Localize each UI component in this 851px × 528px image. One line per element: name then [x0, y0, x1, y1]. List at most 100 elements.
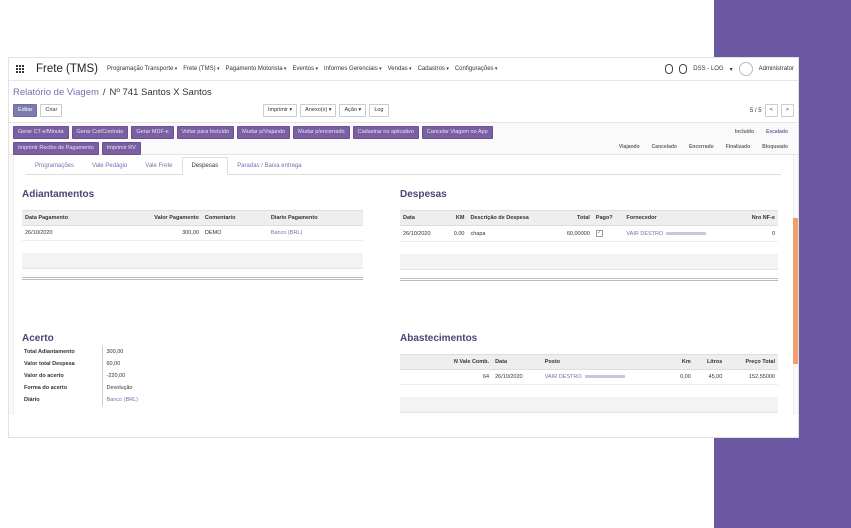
sidebar-actions: Imprimir ▾ Anexo(s) ▾ Ação ▾ Log [263, 104, 389, 117]
print-rv-button[interactable]: Imprimir RV [101, 142, 141, 155]
menu-item[interactable]: Vendas [388, 66, 412, 72]
breadcrumb-parent[interactable]: Relatório de Viagem [13, 87, 99, 98]
attach-label: Anexo(s) [305, 107, 328, 113]
column-header[interactable]: Km [669, 354, 694, 370]
action-dropdown[interactable]: Ação ▾ [339, 104, 367, 117]
field-value: 300,00 [101, 346, 140, 358]
breadcrumb: Relatório de Viagem / Nº 741 Santos X Sa… [13, 87, 794, 98]
menu-item[interactable]: Configurações [455, 66, 498, 72]
column-header[interactable]: Data [400, 210, 446, 226]
paid-checkbox-cell: ✓ [592, 225, 624, 242]
statusbar-row-2: Viajando Cancelado Encerrado Finalizado … [613, 141, 794, 153]
column-header[interactable]: Comentario [201, 210, 268, 226]
column-header[interactable]: Diario Pagamento [267, 210, 363, 226]
table-cell: 26/10/2020 [492, 369, 542, 385]
set-closed-button[interactable]: Mudar p/encerrado [293, 126, 350, 139]
company-chevron-icon: ▾ [729, 66, 733, 73]
empty-row [400, 397, 778, 413]
column-header[interactable]: Data Pagamento [22, 210, 111, 226]
menu-item[interactable]: Pagamento Motorista [226, 66, 287, 72]
table-cell: VAIR DESTRO [541, 369, 669, 385]
despesas-title: Despesas [400, 189, 447, 200]
pager-value[interactable]: 5 / 5 [750, 108, 762, 114]
tab-programacoes[interactable]: Programações [26, 158, 83, 174]
table-row[interactable]: 64 26/10/2020 VAIR DESTRO 0,00 45,00 152… [400, 369, 778, 385]
status-finished[interactable]: Finalizado [720, 141, 756, 153]
column-header[interactable]: Descrição de Despesa [467, 210, 554, 226]
debug-assets-icon[interactable] [679, 64, 688, 74]
table-row[interactable]: 26/10/2020 300,00 DEMO Banco (BRL) [22, 225, 363, 241]
status-closed[interactable]: Encerrado [683, 141, 720, 153]
generate-cte-button[interactable]: Gerar CT-e/Minuta [13, 126, 69, 139]
table-footer [400, 278, 778, 281]
table-cell: 300,00 [110, 225, 202, 241]
status-cancelled[interactable]: Cancelado [646, 141, 683, 153]
column-header[interactable]: Total [553, 210, 593, 226]
empty-row [22, 253, 363, 269]
field-label: Total Adiantamento [24, 349, 75, 355]
user-name[interactable]: Administrator [759, 66, 794, 72]
table-cell: 64 [400, 369, 493, 385]
app-brand[interactable]: Frete (TMS) [36, 63, 98, 75]
status-scheduled[interactable]: Escalado [760, 126, 794, 138]
tab-paradas[interactable]: Paradas / Baixa entrega [228, 158, 310, 174]
field-value-link[interactable]: Banco (BRL) [101, 394, 140, 406]
register-app-button[interactable]: Cadastrar no aplicativo [352, 126, 419, 139]
tab-vale-pedagio[interactable]: Vale Pedágio [83, 158, 136, 174]
acerto-title: Acerto [22, 333, 54, 344]
pager-previous-button[interactable]: < [764, 104, 778, 117]
column-header[interactable]: Pago? [592, 210, 624, 226]
print-payment-receipt-button[interactable]: Imprimir Recibo de Pagamento [13, 142, 99, 155]
column-header[interactable]: Litros [693, 354, 726, 370]
back-to-included-button[interactable]: Voltar para Incluído [176, 126, 235, 139]
column-header[interactable]: Nro NF-e [738, 210, 778, 226]
company-switcher[interactable]: DSS - LOG [693, 66, 723, 72]
log-button[interactable]: Log [369, 104, 389, 117]
menu-item[interactable]: Informes Gerenciais [324, 66, 382, 72]
navbar-right: DSS - LOG ▾ Administrator [665, 62, 798, 76]
print-dropdown[interactable]: Imprimir ▾ [263, 104, 298, 117]
pager: 5 / 5 < > [750, 104, 794, 117]
column-header[interactable]: Preço Total [725, 354, 778, 370]
menu-item[interactable]: Programação Transporte [107, 66, 177, 72]
cancel-trip-app-button[interactable]: Cancelar Viagem no App [421, 126, 493, 139]
status-included[interactable]: Incluído [729, 126, 760, 138]
attachments-dropdown[interactable]: Anexo(s) ▾ [300, 104, 337, 117]
column-header[interactable]: Valor Pagamento [110, 210, 202, 226]
generate-mdfe-button[interactable]: Gerar MDF-e [131, 126, 174, 139]
column-header[interactable]: Posto [541, 354, 669, 370]
field-label: Diário [24, 397, 40, 403]
checkbox-checked-icon[interactable]: ✓ [595, 230, 603, 237]
menu-item[interactable]: Frete (TMS) [183, 66, 219, 72]
generate-contract-button[interactable]: Gerar Cot/Contrato [71, 126, 129, 139]
table-row[interactable]: 26/10/2020 0,00 chapa 60,00000 ✓ VAIR DE… [400, 225, 778, 242]
status-traveling[interactable]: Viajando [613, 141, 646, 153]
tab-despesas[interactable]: Despesas [181, 157, 229, 175]
table-cell: 45,00 [693, 369, 726, 385]
tab-vale-frete[interactable]: Vale Frete [136, 158, 181, 174]
status-blocked[interactable]: Bloqueado [756, 141, 794, 153]
control-buttons-row: Editar Criar Imprimir ▾ Anexo(s) ▾ Ação … [13, 104, 794, 117]
form-sheet-area: Programações Vale Pedágio Vale Frete Des… [9, 155, 798, 415]
pager-next-button[interactable]: > [780, 104, 794, 117]
redacted-text [584, 375, 625, 379]
acerto-fields: Total Adiantamento 300,00 Valor total Des… [22, 346, 140, 406]
field-value: 60,00 [101, 358, 140, 370]
menu-item[interactable]: Cadastros [418, 66, 449, 72]
column-header[interactable]: N Vale Comb. [400, 354, 493, 370]
form-sheet: Programações Vale Pedágio Vale Frete Des… [13, 155, 794, 415]
column-header[interactable]: Fornecedor [623, 210, 739, 226]
field-row: Valor total Despesa 60,00 [22, 358, 140, 370]
column-header[interactable]: Data [492, 354, 542, 370]
supplier-name: VAIR DESTRO [626, 230, 664, 237]
create-button[interactable]: Criar [40, 104, 63, 117]
avatar[interactable] [738, 62, 753, 76]
table-cell: 26/10/2020 [400, 225, 446, 242]
vertical-scrollbar[interactable] [793, 218, 798, 364]
set-traveling-button[interactable]: Mudar p/Viajando [237, 126, 291, 139]
menu-item[interactable]: Eventos [292, 66, 318, 72]
apps-grid-icon[interactable] [13, 62, 27, 76]
column-header[interactable]: KM [445, 210, 468, 226]
debug-icon[interactable] [665, 64, 674, 74]
edit-button[interactable]: Editar [13, 104, 38, 117]
